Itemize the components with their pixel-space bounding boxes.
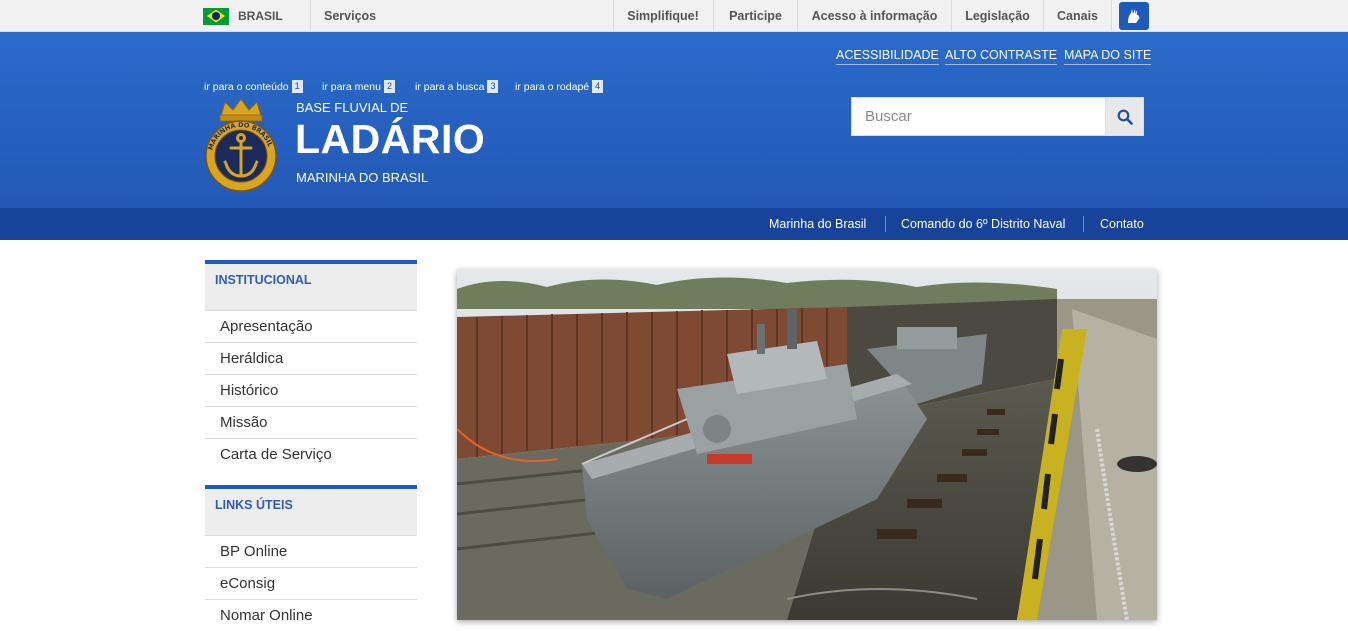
sidebar-item-heraldica[interactable]: Heráldica: [205, 342, 417, 374]
nav-contato[interactable]: Contato: [1100, 208, 1144, 240]
site-map-link[interactable]: MAPA DO SITE: [1064, 48, 1152, 65]
site-title[interactable]: LADÁRIO: [295, 116, 485, 163]
nav-comando-distrito-naval[interactable]: Comando do 6º Distrito Naval: [901, 208, 1065, 240]
site-title-prefix: BASE FLUVIAL DE: [296, 100, 409, 115]
sidebar-item-carta-de-servico[interactable]: Carta de Serviço: [205, 438, 417, 470]
skip-link-search[interactable]: ir para a busca 3: [415, 80, 499, 93]
skip-link-footer[interactable]: ir para o rodapé 4: [515, 80, 604, 93]
sidebar-item-bp-online[interactable]: BP Online: [205, 535, 417, 567]
brazil-flag-icon: [203, 7, 229, 25]
gov-top-bar: BRASIL Serviços Simplifique! Participe A…: [0, 0, 1348, 32]
sidebar-item-missao[interactable]: Missão: [205, 406, 417, 438]
accessibility-hands-icon[interactable]: [1119, 2, 1149, 30]
services-link[interactable]: Serviços: [324, 0, 376, 32]
gov-link-canais[interactable]: Canais: [1044, 0, 1111, 32]
skip-link-menu[interactable]: ir para menu 2: [322, 80, 395, 93]
skip-link-content[interactable]: ir para o conteúdo 1: [204, 80, 303, 93]
sidebar-item-nomar-online[interactable]: Nomar Online: [205, 599, 417, 631]
search-icon: [1117, 109, 1133, 125]
gov-link-acesso-informacao[interactable]: Acesso à informação: [798, 0, 951, 32]
accessibility-link[interactable]: ACESSIBILIDADE: [836, 48, 939, 65]
sidebar-heading-links-uteis: LINKS ÚTEIS: [205, 485, 417, 535]
gov-link-legislacao[interactable]: Legislação: [952, 0, 1043, 32]
brasil-label: BRASIL: [238, 9, 283, 23]
sidebar-heading-institucional: INSTITUCIONAL: [205, 260, 417, 310]
high-contrast-link[interactable]: ALTO CONTRASTE: [945, 48, 1058, 65]
sidebar-item-apresentacao[interactable]: Apresentação: [205, 310, 417, 342]
nav-marinha-do-brasil[interactable]: Marinha do Brasil: [769, 208, 866, 240]
brasil-link[interactable]: BRASIL: [203, 0, 283, 32]
search-box: [851, 97, 1144, 136]
sidebar-item-econsig[interactable]: eConsig: [205, 567, 417, 599]
site-subtitle: MARINHA DO BRASIL: [296, 170, 429, 185]
service-nav-bar: Marinha do Brasil Comando do 6º Distrito…: [0, 208, 1348, 240]
sidebar-item-historico[interactable]: Histórico: [205, 374, 417, 406]
featured-photo-dry-dock[interactable]: [457, 269, 1157, 620]
search-input[interactable]: [852, 98, 1106, 135]
search-button[interactable]: [1105, 98, 1143, 135]
gov-link-simplifique[interactable]: Simplifique!: [614, 0, 712, 32]
gov-link-participe[interactable]: Participe: [714, 0, 797, 32]
navy-emblem-logo[interactable]: MARINHA DO BRASIL: [203, 96, 279, 194]
